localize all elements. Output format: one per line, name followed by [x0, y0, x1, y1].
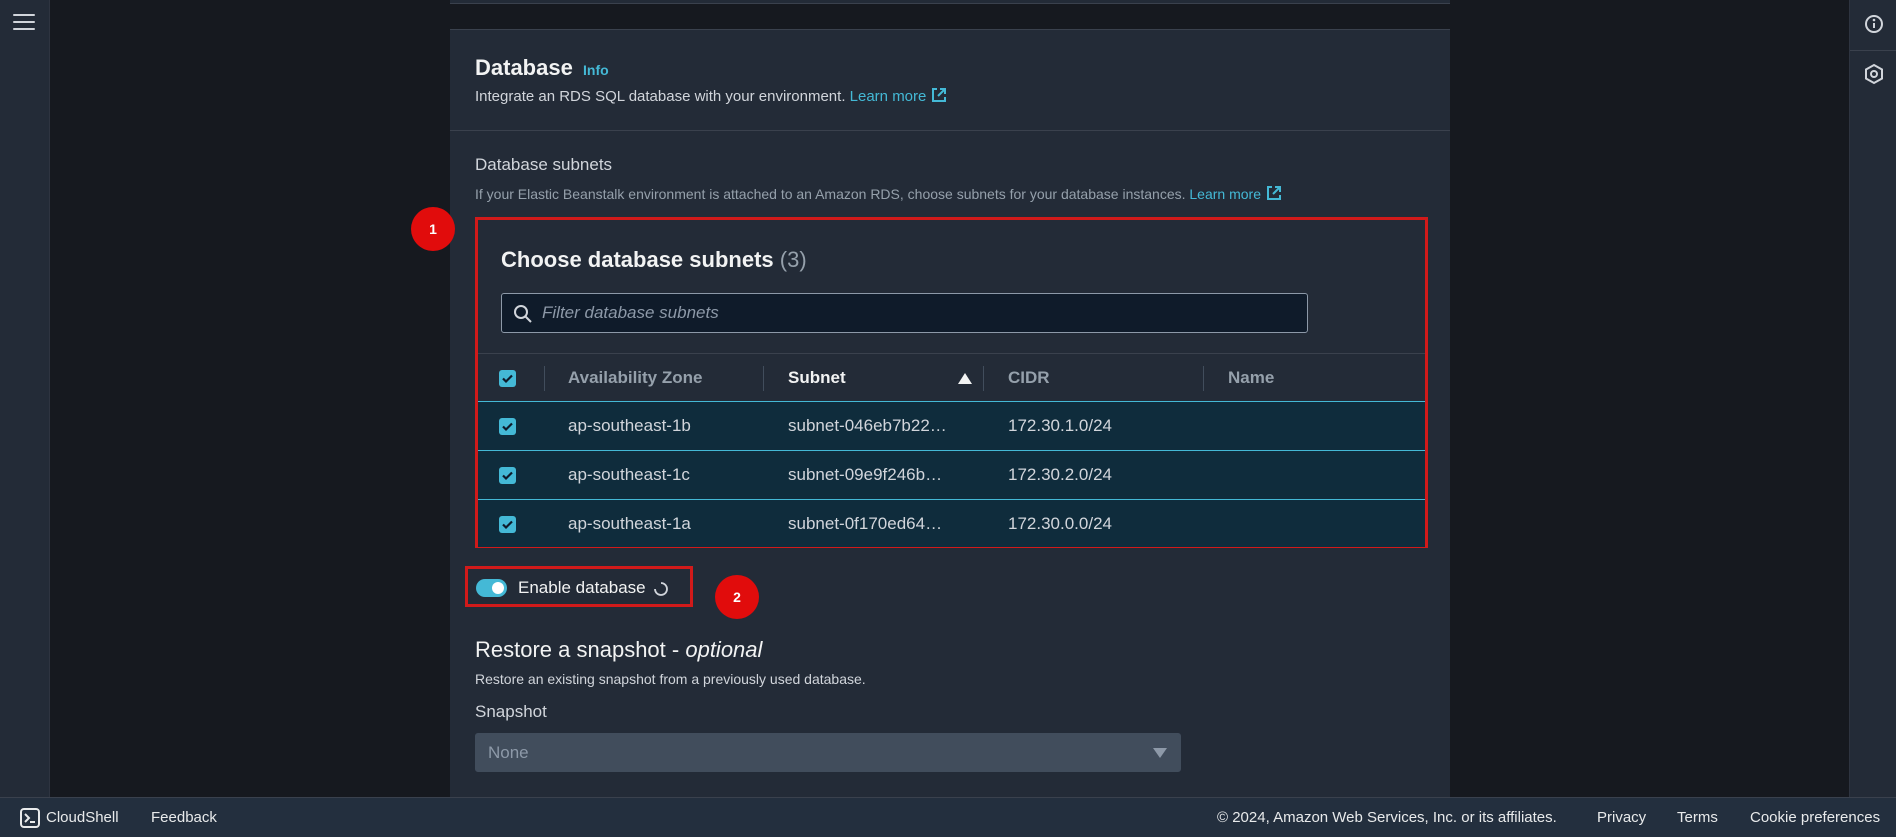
cookie-preferences-link[interactable]: Cookie preferences	[1750, 809, 1880, 826]
external-link-icon	[932, 88, 947, 102]
caret-down-icon	[1153, 748, 1167, 758]
subnets-learn-more-text: Learn more	[1189, 186, 1261, 202]
column-header-availability-zone[interactable]: Availability Zone	[568, 368, 702, 388]
subnets-table: Availability Zone Subnet CIDR Name ap-so…	[478, 353, 1425, 547]
column-separator	[983, 366, 984, 391]
cell-subnet: subnet-046eb7b22…	[788, 416, 947, 435]
toggle-knob	[492, 582, 504, 594]
restore-snapshot-heading: Restore a snapshot - optional	[475, 637, 762, 663]
cell-cidr: 172.30.2.0/24	[1008, 465, 1112, 484]
column-separator	[544, 366, 545, 391]
subnets-count: (3)	[779, 247, 807, 272]
filter-field	[501, 293, 1308, 333]
row-checkbox[interactable]	[499, 516, 516, 533]
info-link[interactable]: Info	[583, 62, 609, 78]
restore-snapshot-description: Restore an existing snapshot from a prev…	[475, 671, 866, 687]
enable-database-label: Enable database	[518, 578, 646, 597]
row-checkbox[interactable]	[499, 467, 516, 484]
rail-divider	[1850, 50, 1896, 51]
terms-link[interactable]: Terms	[1677, 809, 1718, 826]
enable-database-toggle[interactable]	[476, 579, 507, 597]
snapshot-select-value: None	[488, 743, 529, 762]
select-all-checkbox[interactable]	[499, 370, 516, 387]
subtitle-text: Integrate an RDS SQL database with your …	[475, 88, 846, 105]
database-subnets-label: Database subnets	[475, 155, 613, 174]
console-footer: CloudShell Feedback © 2024, Amazon Web S…	[0, 797, 1896, 837]
info-circle-icon[interactable]	[1862, 12, 1886, 36]
privacy-link[interactable]: Privacy	[1597, 809, 1646, 826]
column-header-subnet[interactable]: Subnet	[788, 368, 846, 388]
enable-database-highlight: Enable database	[465, 566, 693, 607]
previous-panel-edge	[450, 0, 1450, 4]
card-subtitle: Integrate an RDS SQL database with your …	[475, 87, 947, 105]
cloudshell-link[interactable]: CloudShell	[46, 809, 119, 826]
table-row[interactable]: ap-southeast-1a subnet-0f170ed64… 172.30…	[478, 500, 1425, 547]
hamburger-icon[interactable]	[13, 14, 35, 32]
choose-subnets-panel: Choose database subnets (3) Availability…	[475, 217, 1428, 548]
annotation-badge-2: 2	[715, 575, 759, 619]
table-row[interactable]: ap-southeast-1c subnet-09e9f246b… 172.30…	[478, 451, 1425, 500]
page-title: Database	[475, 55, 573, 80]
checkbox-checked-icon	[502, 422, 513, 432]
checkbox-checked-icon	[502, 374, 513, 384]
column-separator	[1203, 366, 1204, 391]
table-row[interactable]: ap-southeast-1b subnet-046eb7b22… 172.30…	[478, 402, 1425, 451]
subnets-table-title: Choose database subnets (3)	[501, 247, 807, 273]
hexagon-icon[interactable]	[1862, 62, 1886, 86]
card-header: Database Info Integrate an RDS SQL datab…	[450, 30, 1450, 131]
right-tools-rail	[1849, 0, 1896, 797]
cell-subnet: subnet-0f170ed64…	[788, 514, 943, 533]
snapshot-label: Snapshot	[475, 702, 547, 721]
database-subnets-description: If your Elastic Beanstalk environment is…	[475, 185, 1282, 202]
external-link-icon	[1266, 186, 1281, 200]
feedback-link[interactable]: Feedback	[151, 809, 217, 826]
learn-more-link[interactable]: Learn more	[850, 88, 948, 105]
checkbox-checked-icon	[502, 520, 513, 530]
left-nav-rail	[0, 0, 50, 797]
subnets-learn-more-link[interactable]: Learn more	[1189, 186, 1282, 202]
annotation-badge-1: 1	[411, 207, 455, 251]
cell-cidr: 172.30.0.0/24	[1008, 514, 1112, 533]
snapshot-select[interactable]: None	[475, 733, 1181, 772]
search-icon	[514, 305, 532, 323]
checkbox-checked-icon	[502, 471, 513, 481]
column-header-name[interactable]: Name	[1228, 368, 1274, 388]
column-header-cidr[interactable]: CIDR	[1008, 368, 1050, 388]
restore-optional-text: optional	[685, 637, 763, 662]
cell-availability-zone: ap-southeast-1a	[568, 514, 691, 533]
subnets-description-text: If your Elastic Beanstalk environment is…	[475, 186, 1186, 202]
table-header-row: Availability Zone Subnet CIDR Name	[478, 353, 1425, 402]
cloudshell-icon[interactable]	[20, 808, 40, 828]
restore-title-text: Restore a snapshot -	[475, 637, 686, 662]
cell-availability-zone: ap-southeast-1c	[568, 465, 690, 484]
subnets-title-text: Choose database subnets	[501, 247, 774, 272]
copyright-text: © 2024, Amazon Web Services, Inc. or its…	[1217, 809, 1557, 826]
spinner-icon	[654, 582, 668, 596]
sort-ascending-icon[interactable]	[958, 373, 972, 384]
cell-subnet: subnet-09e9f246b…	[788, 465, 943, 484]
row-checkbox[interactable]	[499, 418, 516, 435]
column-separator	[763, 366, 764, 391]
learn-more-text: Learn more	[849, 88, 927, 105]
filter-subnets-input[interactable]	[542, 294, 1302, 332]
cell-availability-zone: ap-southeast-1b	[568, 416, 691, 435]
cell-cidr: 172.30.1.0/24	[1008, 416, 1112, 435]
